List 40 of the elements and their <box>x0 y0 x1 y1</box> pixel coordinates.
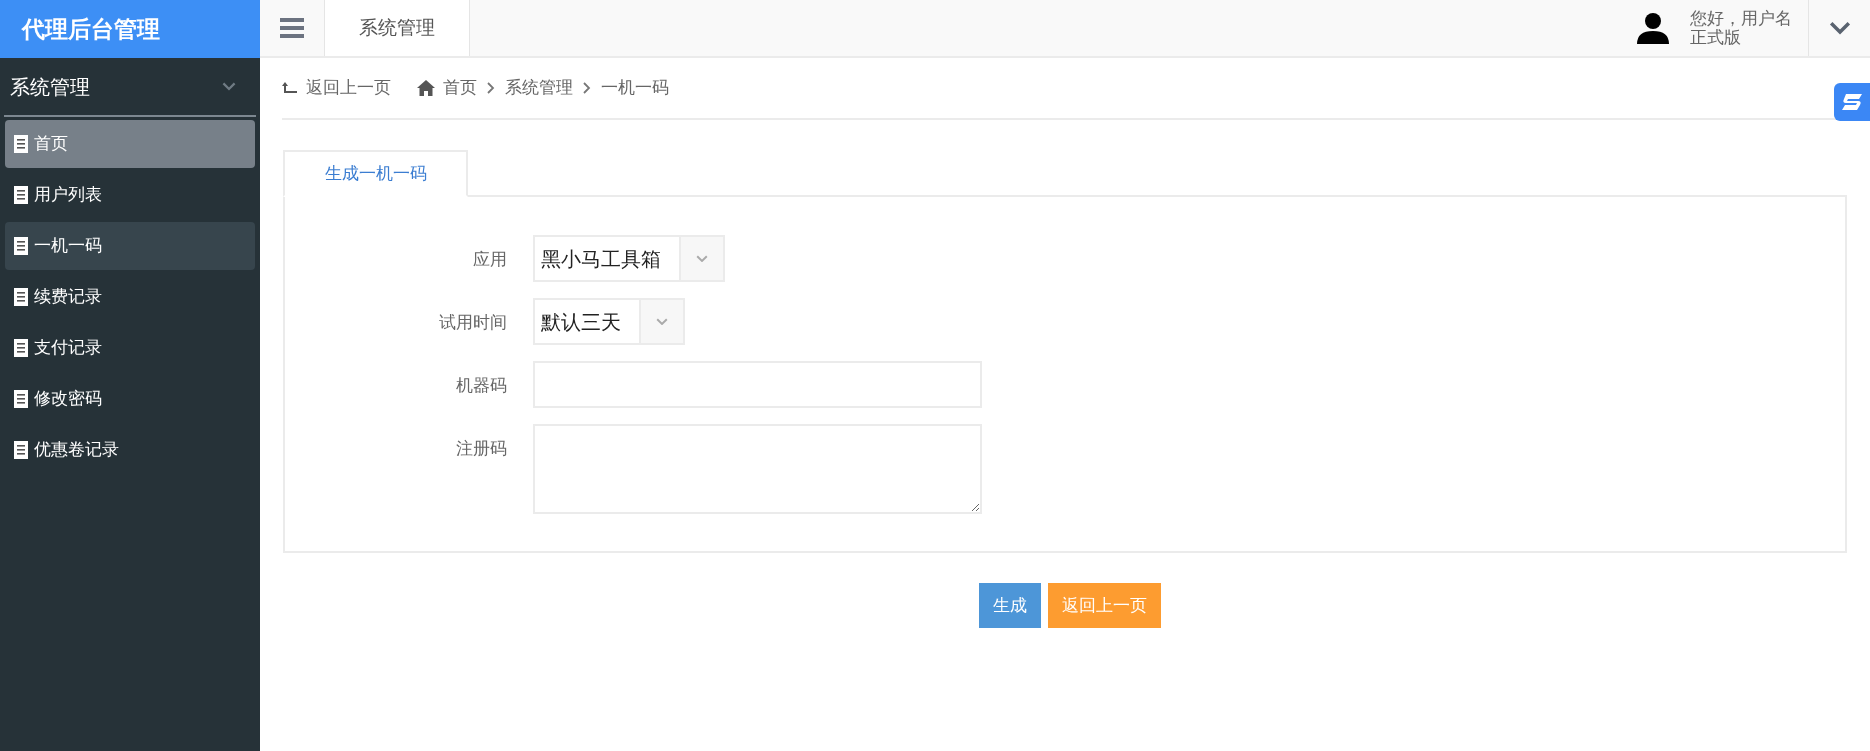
sidebar-item[interactable]: 续费记录 <box>5 273 255 321</box>
user-icon <box>1636 12 1670 44</box>
select-field[interactable]: 默认三天 <box>533 298 685 345</box>
sidebar-item[interactable]: 一机一码 <box>5 222 255 270</box>
sidebar-item[interactable]: 首页 <box>5 120 255 168</box>
chevron-icon <box>222 82 236 91</box>
field-label: 机器码 <box>455 375 508 397</box>
sidebar-item[interactable]: 优惠卷记录 <box>5 426 255 474</box>
document-icon <box>14 441 28 459</box>
breadcrumb-item[interactable]: 首页 <box>443 75 477 101</box>
back-link[interactable]: 返回上一页 <box>282 75 391 101</box>
chevron-right-icon <box>487 82 495 94</box>
form-tab[interactable]: 生成一机一码 <box>283 150 468 197</box>
top-tab[interactable]: 系统管理 <box>324 0 470 56</box>
chevron-icon <box>696 254 708 263</box>
brand-title: 代理后台管理 <box>0 0 260 58</box>
chevron-icon <box>656 317 668 326</box>
greeting-text: 您好，用户名 <box>1690 9 1792 28</box>
sidebar-item[interactable]: 用户列表 <box>5 171 255 219</box>
select-field[interactable]: 黑小马工具箱 <box>533 235 725 282</box>
sidebar-item[interactable]: 修改密码 <box>5 375 255 423</box>
breadcrumb-item: 一机一码 <box>601 77 669 100</box>
return-arrow-icon <box>282 81 298 95</box>
sidebar-item[interactable]: 支付记录 <box>5 324 255 372</box>
field-label: 应用 <box>472 249 508 271</box>
document-icon <box>14 339 28 357</box>
document-icon <box>14 237 28 255</box>
edition-text: 正式版 <box>1690 28 1742 47</box>
field-label: 试用时间 <box>438 312 508 334</box>
floating-app-icon[interactable] <box>1834 83 1870 121</box>
document-icon <box>14 390 28 408</box>
document-icon <box>14 288 28 306</box>
field-label: 注册码 <box>455 438 508 460</box>
chevron-icon <box>1828 21 1851 35</box>
document-icon <box>14 135 28 153</box>
chevron-right-icon <box>583 82 591 94</box>
sidebar-section[interactable]: 系统管理 <box>4 58 256 117</box>
document-icon <box>14 186 28 204</box>
home-icon <box>417 80 435 96</box>
breadcrumb-item[interactable]: 系统管理 <box>505 75 573 101</box>
